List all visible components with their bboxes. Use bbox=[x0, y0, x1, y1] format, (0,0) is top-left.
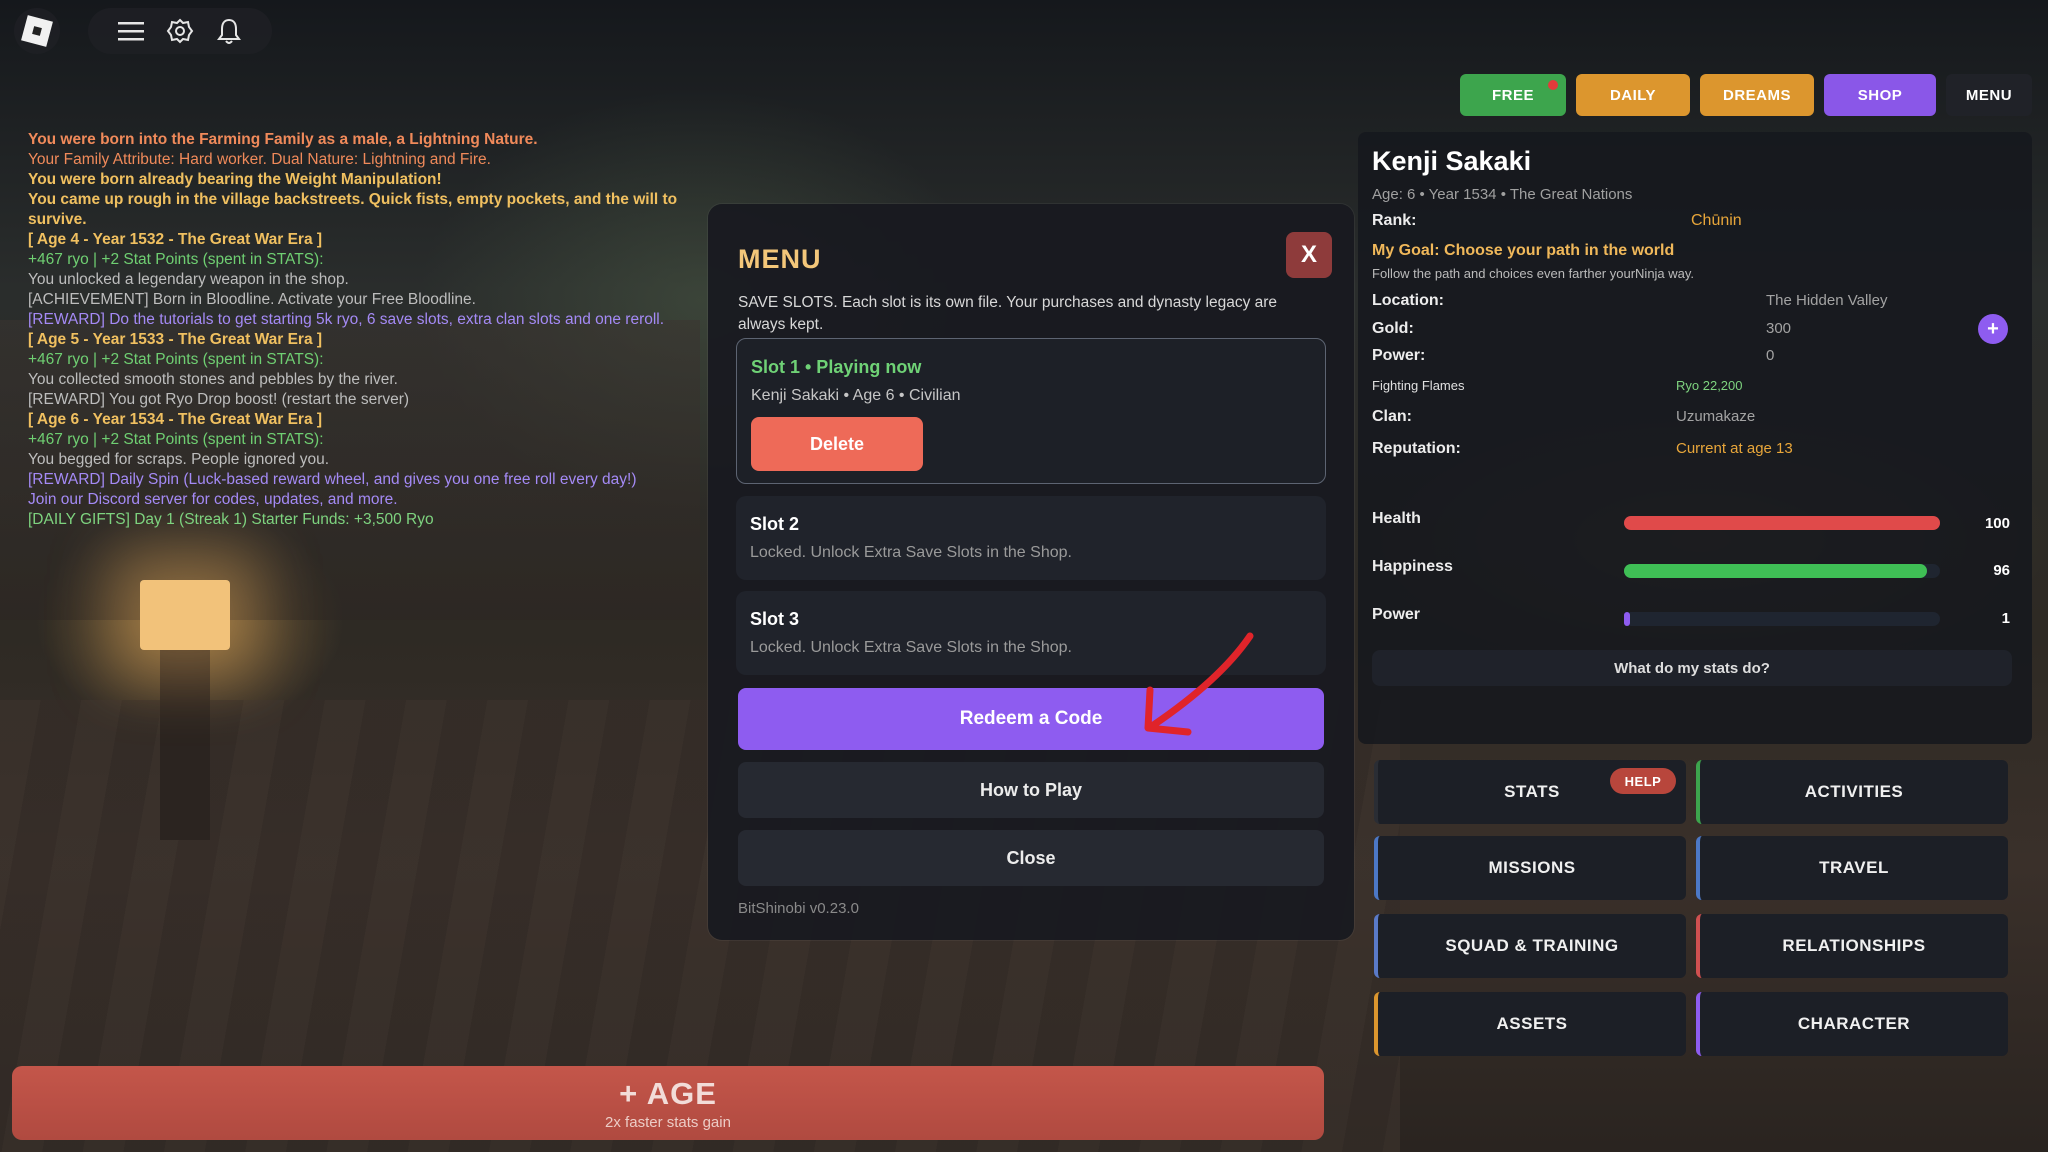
fighting-flames-value: Ryo 22,200 bbox=[1676, 378, 1743, 393]
missions-button[interactable]: MISSIONS bbox=[1374, 836, 1686, 900]
power-value: 0 bbox=[1766, 347, 1775, 364]
log-entry: You unlocked a legendary weapon in the s… bbox=[28, 271, 349, 288]
log-entry: +467 ryo | +2 Stat Points (spent in STAT… bbox=[28, 351, 324, 368]
location-value: The Hidden Valley bbox=[1766, 292, 1888, 309]
log-entry: [DAILY GIFTS] Day 1 (Streak 1) Starter F… bbox=[28, 511, 434, 528]
reputation-value: Current at age 13 bbox=[1676, 440, 1793, 457]
slot-1-title: Slot 1 • Playing now bbox=[751, 357, 922, 377]
what-stats-button[interactable]: What do my stats do? bbox=[1372, 650, 2012, 686]
gold-label: Gold: bbox=[1372, 320, 1414, 337]
happiness-label: Happiness bbox=[1372, 558, 1453, 575]
log-entry: [ Age 6 - Year 1534 - The Great War Era … bbox=[28, 411, 323, 428]
top-navigation: FREE DAILY DREAMS SHOP MENU bbox=[1460, 74, 2032, 116]
slot-2-title: Slot 2 bbox=[750, 514, 800, 534]
bell-icon[interactable] bbox=[214, 16, 244, 46]
daily-button[interactable]: DAILY bbox=[1576, 74, 1690, 116]
health-value: 100 bbox=[1984, 515, 2010, 532]
log-entry: Your Family Attribute: Hard worker. Dual… bbox=[28, 151, 491, 168]
log-entry: +467 ryo | +2 Stat Points (spent in STAT… bbox=[28, 251, 324, 268]
log-entry: [REWARD] You got Ryo Drop boost! (restar… bbox=[28, 391, 410, 408]
slot-3-title: Slot 3 bbox=[750, 609, 800, 629]
free-label: FREE bbox=[1491, 86, 1534, 104]
version-label: BitShinobi v0.23.0 bbox=[738, 900, 859, 917]
delete-button[interactable]: Delete bbox=[751, 417, 923, 471]
log-entry: +467 ryo | +2 Stat Points (spent in STAT… bbox=[28, 431, 324, 448]
power-label: Power: bbox=[1372, 347, 1426, 364]
save-slot-1[interactable]: Slot 1 • Playing now Kenji Sakaki • Age … bbox=[736, 338, 1326, 484]
slot-1-subtitle: Kenji Sakaki • Age 6 • Civilian bbox=[751, 387, 961, 404]
shop-button[interactable]: SHOP bbox=[1824, 74, 1936, 116]
power-bar bbox=[1624, 612, 1940, 626]
character-panel: Kenji Sakaki Age: 6 • Year 1534 • The Gr… bbox=[1358, 132, 2032, 744]
roblox-toolbar bbox=[88, 8, 272, 54]
menu-modal: MENU X SAVE SLOTS. Each slot is its own … bbox=[708, 204, 1354, 940]
close-icon[interactable]: X bbox=[1286, 232, 1332, 278]
log-entry: Join our Discord server for codes, updat… bbox=[28, 491, 398, 508]
log-entry: [ACHIEVEMENT] Born in Bloodline. Activat… bbox=[28, 291, 476, 308]
gold-value: 300 bbox=[1766, 320, 1792, 337]
fighting-flames-label: Fighting Flames bbox=[1372, 378, 1465, 393]
plus-icon[interactable]: + bbox=[1978, 314, 2008, 344]
event-log: You were born into the Farming Family as… bbox=[28, 130, 688, 530]
dreams-button[interactable]: DREAMS bbox=[1700, 74, 1814, 116]
activities-button[interactable]: ACTIVITIES bbox=[1696, 760, 2008, 824]
stats-label: STATS bbox=[1504, 782, 1560, 801]
happiness-bar bbox=[1624, 564, 1940, 578]
log-entry: [ Age 4 - Year 1532 - The Great War Era … bbox=[28, 231, 323, 248]
age-button-subtitle: 2x faster stats gain bbox=[605, 1113, 731, 1131]
slot-3-subtitle: Locked. Unlock Extra Save Slots in the S… bbox=[750, 639, 1072, 656]
location-label: Location: bbox=[1372, 292, 1444, 309]
save-slots-description: SAVE SLOTS. Each slot is its own file. Y… bbox=[738, 294, 1278, 333]
settings-gear-icon[interactable] bbox=[165, 16, 195, 46]
power-bar-value: 1 bbox=[2001, 610, 2010, 627]
power-bar-fill bbox=[1624, 612, 1631, 626]
log-entry: You were born into the Farming Family as… bbox=[28, 131, 538, 148]
happiness-value: 96 bbox=[1993, 562, 2010, 579]
roblox-logo-icon bbox=[21, 15, 53, 47]
red-arrow-icon bbox=[1144, 632, 1254, 736]
lantern bbox=[140, 580, 230, 650]
lantern-post bbox=[160, 650, 210, 840]
squad-training-button[interactable]: SQUAD & TRAINING bbox=[1374, 914, 1686, 978]
clan-label: Clan: bbox=[1372, 408, 1412, 425]
stats-button[interactable]: STATS HELP bbox=[1374, 760, 1686, 824]
clan-value: Uzumakaze bbox=[1676, 408, 1756, 425]
health-bar bbox=[1624, 516, 1940, 530]
close-button[interactable]: Close bbox=[738, 830, 1324, 886]
log-entry: [REWARD] Do the tutorials to get startin… bbox=[28, 311, 665, 328]
log-entry: [REWARD] Daily Spin (Luck-based reward w… bbox=[28, 471, 637, 488]
character-age-line: Age: 6 • Year 1534 • The Great Nations bbox=[1372, 186, 1633, 203]
how-to-play-button[interactable]: How to Play bbox=[738, 762, 1324, 818]
character-button[interactable]: CHARACTER bbox=[1696, 992, 2008, 1056]
goal-text: My Goal: Choose your path in the world bbox=[1372, 242, 1675, 259]
rank-label: Rank: bbox=[1372, 212, 1417, 229]
free-button[interactable]: FREE bbox=[1460, 74, 1566, 116]
rank-value: Chūnin bbox=[1691, 212, 1742, 229]
help-badge[interactable]: HELP bbox=[1610, 768, 1676, 794]
character-name: Kenji Sakaki bbox=[1372, 146, 1532, 176]
assets-button[interactable]: ASSETS bbox=[1374, 992, 1686, 1056]
power-bar-label: Power bbox=[1372, 606, 1421, 623]
log-entry: You were born already bearing the Weight… bbox=[28, 171, 442, 188]
travel-button[interactable]: TRAVEL bbox=[1696, 836, 2008, 900]
roblox-logo-button[interactable] bbox=[14, 8, 60, 54]
goal-subtext: Follow the path and choices even farther… bbox=[1372, 266, 1695, 281]
modal-title: MENU bbox=[738, 244, 822, 274]
log-entry: You came up rough in the village backstr… bbox=[28, 191, 678, 228]
menu-button[interactable]: MENU bbox=[1946, 74, 2032, 116]
age-button-label: + AGE bbox=[619, 1075, 717, 1111]
slot-2-subtitle: Locked. Unlock Extra Save Slots in the S… bbox=[750, 544, 1072, 561]
log-entry: You collected smooth stones and pebbles … bbox=[28, 371, 398, 388]
log-entry: You begged for scraps. People ignored yo… bbox=[28, 451, 330, 468]
relationships-button[interactable]: RELATIONSHIPS bbox=[1696, 914, 2008, 978]
health-label: Health bbox=[1372, 510, 1421, 527]
notification-dot bbox=[1548, 80, 1558, 90]
log-entry: [ Age 5 - Year 1533 - The Great War Era … bbox=[28, 331, 323, 348]
happiness-bar-fill bbox=[1624, 564, 1928, 578]
save-slot-2[interactable]: Slot 2 Locked. Unlock Extra Save Slots i… bbox=[736, 496, 1326, 580]
health-bar-fill bbox=[1624, 516, 1940, 530]
age-button[interactable]: + AGE 2x faster stats gain bbox=[12, 1066, 1324, 1140]
hamburger-menu-icon[interactable] bbox=[116, 16, 146, 46]
reputation-label: Reputation: bbox=[1372, 440, 1461, 457]
